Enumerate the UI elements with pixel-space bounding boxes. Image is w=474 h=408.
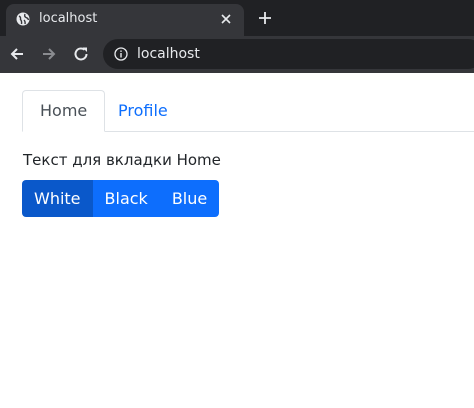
forward-arrow-icon[interactable] bbox=[40, 45, 58, 63]
tab-home[interactable]: Home bbox=[22, 90, 106, 132]
reload-icon[interactable] bbox=[72, 45, 90, 63]
globe-icon bbox=[16, 12, 30, 26]
close-icon[interactable] bbox=[219, 12, 233, 26]
info-icon[interactable] bbox=[114, 47, 128, 61]
browser-tabstrip: localhost bbox=[0, 0, 474, 36]
address-url[interactable]: localhost bbox=[137, 46, 200, 62]
browser-tab-title: localhost bbox=[39, 11, 98, 26]
black-button[interactable]: Black bbox=[92, 180, 160, 217]
tab-pane-text: Текст для вкладки Home bbox=[23, 151, 221, 169]
browser-tab[interactable]: localhost bbox=[6, 4, 244, 36]
plus-icon[interactable] bbox=[257, 10, 273, 26]
blue-button[interactable]: Blue bbox=[159, 180, 220, 217]
tab-profile[interactable]: Profile bbox=[100, 90, 186, 132]
browser-toolbar: localhost bbox=[0, 36, 474, 73]
white-button[interactable]: White bbox=[22, 180, 93, 217]
address-bar[interactable]: localhost bbox=[103, 39, 474, 69]
color-button-group: White Black Blue bbox=[22, 180, 220, 217]
back-arrow-icon[interactable] bbox=[8, 45, 26, 63]
nav-tabs: Home Profile bbox=[22, 90, 474, 132]
